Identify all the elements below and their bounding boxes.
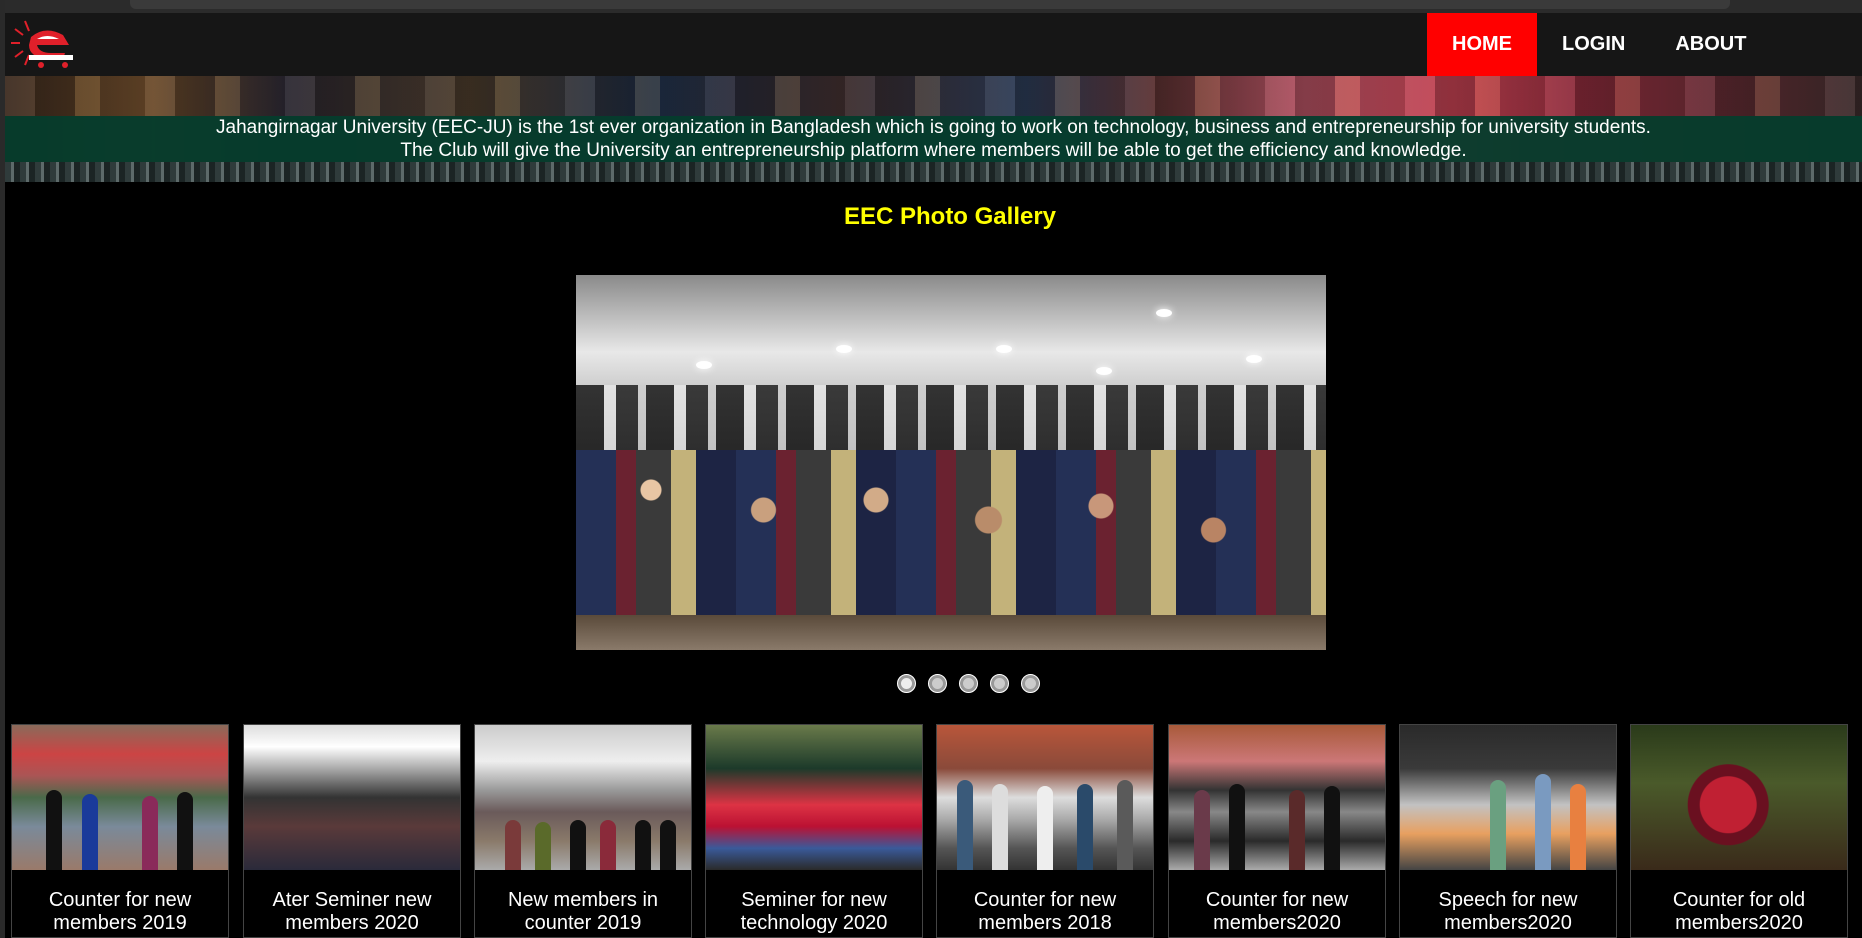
slide-dot-2[interactable]: [928, 674, 947, 693]
gallery-title: EEC Photo Gallery: [843, 203, 1057, 230]
thumbnail-image: [937, 725, 1153, 870]
ceiling-light: [996, 345, 1012, 353]
slide-dot-5[interactable]: [1021, 674, 1040, 693]
thumbnail-card[interactable]: Ater Seminer new members 2020: [243, 724, 461, 938]
nav-home[interactable]: HOME: [1427, 13, 1537, 76]
thumbnail-image: [475, 725, 691, 870]
thumbnail-caption: Counter for new members 2019: [48, 889, 192, 934]
browser-address-bar-edge: [130, 0, 1730, 9]
top-navbar: HOME LOGIN ABOUT: [5, 13, 1862, 76]
thumbnail-caption: New members in counter 2019: [507, 889, 659, 934]
nav-login[interactable]: LOGIN: [1537, 13, 1650, 76]
nav-about[interactable]: ABOUT: [1650, 13, 1771, 76]
banner-line-2: The Club will give the University an ent…: [400, 140, 1467, 161]
banner-description: Jahangirnagar University (EEC-JU) is the…: [5, 116, 1862, 162]
eec-logo[interactable]: [7, 15, 85, 75]
thumbnail-caption: Seminer for new technology 2020: [740, 889, 888, 934]
gallery-slide-image[interactable]: [576, 275, 1326, 650]
slide-indicators: [897, 674, 1040, 693]
slide-ceiling: [576, 275, 1326, 385]
ceiling-light: [1246, 355, 1262, 363]
eec-logo-icon: [11, 20, 73, 68]
thumbnail-card[interactable]: Seminer for new technology 2020: [705, 724, 923, 938]
thumbnail-image: [1631, 725, 1847, 870]
thumbnail-image: [1169, 725, 1385, 870]
thumbnail-image: [12, 725, 228, 870]
ceiling-light: [1096, 367, 1112, 375]
thumbnail-card[interactable]: Counter for old members2020: [1630, 724, 1848, 938]
thumbnail-strip: Counter for new members 2019 Ater Semine…: [11, 724, 1862, 938]
banner-photo-bottom: [5, 162, 1862, 182]
thumbnail-card[interactable]: Counter for new members2020: [1168, 724, 1386, 938]
thumbnail-caption: Speech for new members2020: [1438, 889, 1578, 934]
thumbnail-card[interactable]: New members in counter 2019: [474, 724, 692, 938]
ceiling-light: [836, 345, 852, 353]
thumbnail-caption: Counter for old members2020: [1672, 889, 1806, 934]
banner-photo-top: [5, 76, 1862, 116]
banner-line-1: Jahangirnagar University (EEC-JU) is the…: [216, 117, 1651, 138]
slide-floor: [576, 615, 1326, 650]
browser-top-edge: [0, 0, 1862, 13]
thumbnail-caption: Counter for new members2020: [1205, 889, 1349, 934]
ceiling-light: [696, 361, 712, 369]
nav-menu: HOME LOGIN ABOUT: [1427, 13, 1771, 76]
thumbnail-card[interactable]: Speech for new members2020: [1399, 724, 1617, 938]
thumbnail-caption: Counter for new members 2018: [973, 889, 1117, 934]
thumbnail-image: [706, 725, 922, 870]
ceiling-light: [1156, 309, 1172, 317]
slide-wall: [576, 385, 1326, 455]
thumbnail-card[interactable]: Counter for new members 2018: [936, 724, 1154, 938]
thumbnail-card[interactable]: Counter for new members 2019: [11, 724, 229, 938]
thumbnail-caption: Ater Seminer new members 2020: [272, 889, 432, 934]
slide-dot-4[interactable]: [990, 674, 1009, 693]
thumbnail-image: [244, 725, 460, 870]
slide-dot-1[interactable]: [897, 674, 916, 693]
slide-dot-3[interactable]: [959, 674, 978, 693]
hero-banner: Jahangirnagar University (EEC-JU) is the…: [5, 76, 1862, 182]
thumbnail-image: [1400, 725, 1616, 870]
